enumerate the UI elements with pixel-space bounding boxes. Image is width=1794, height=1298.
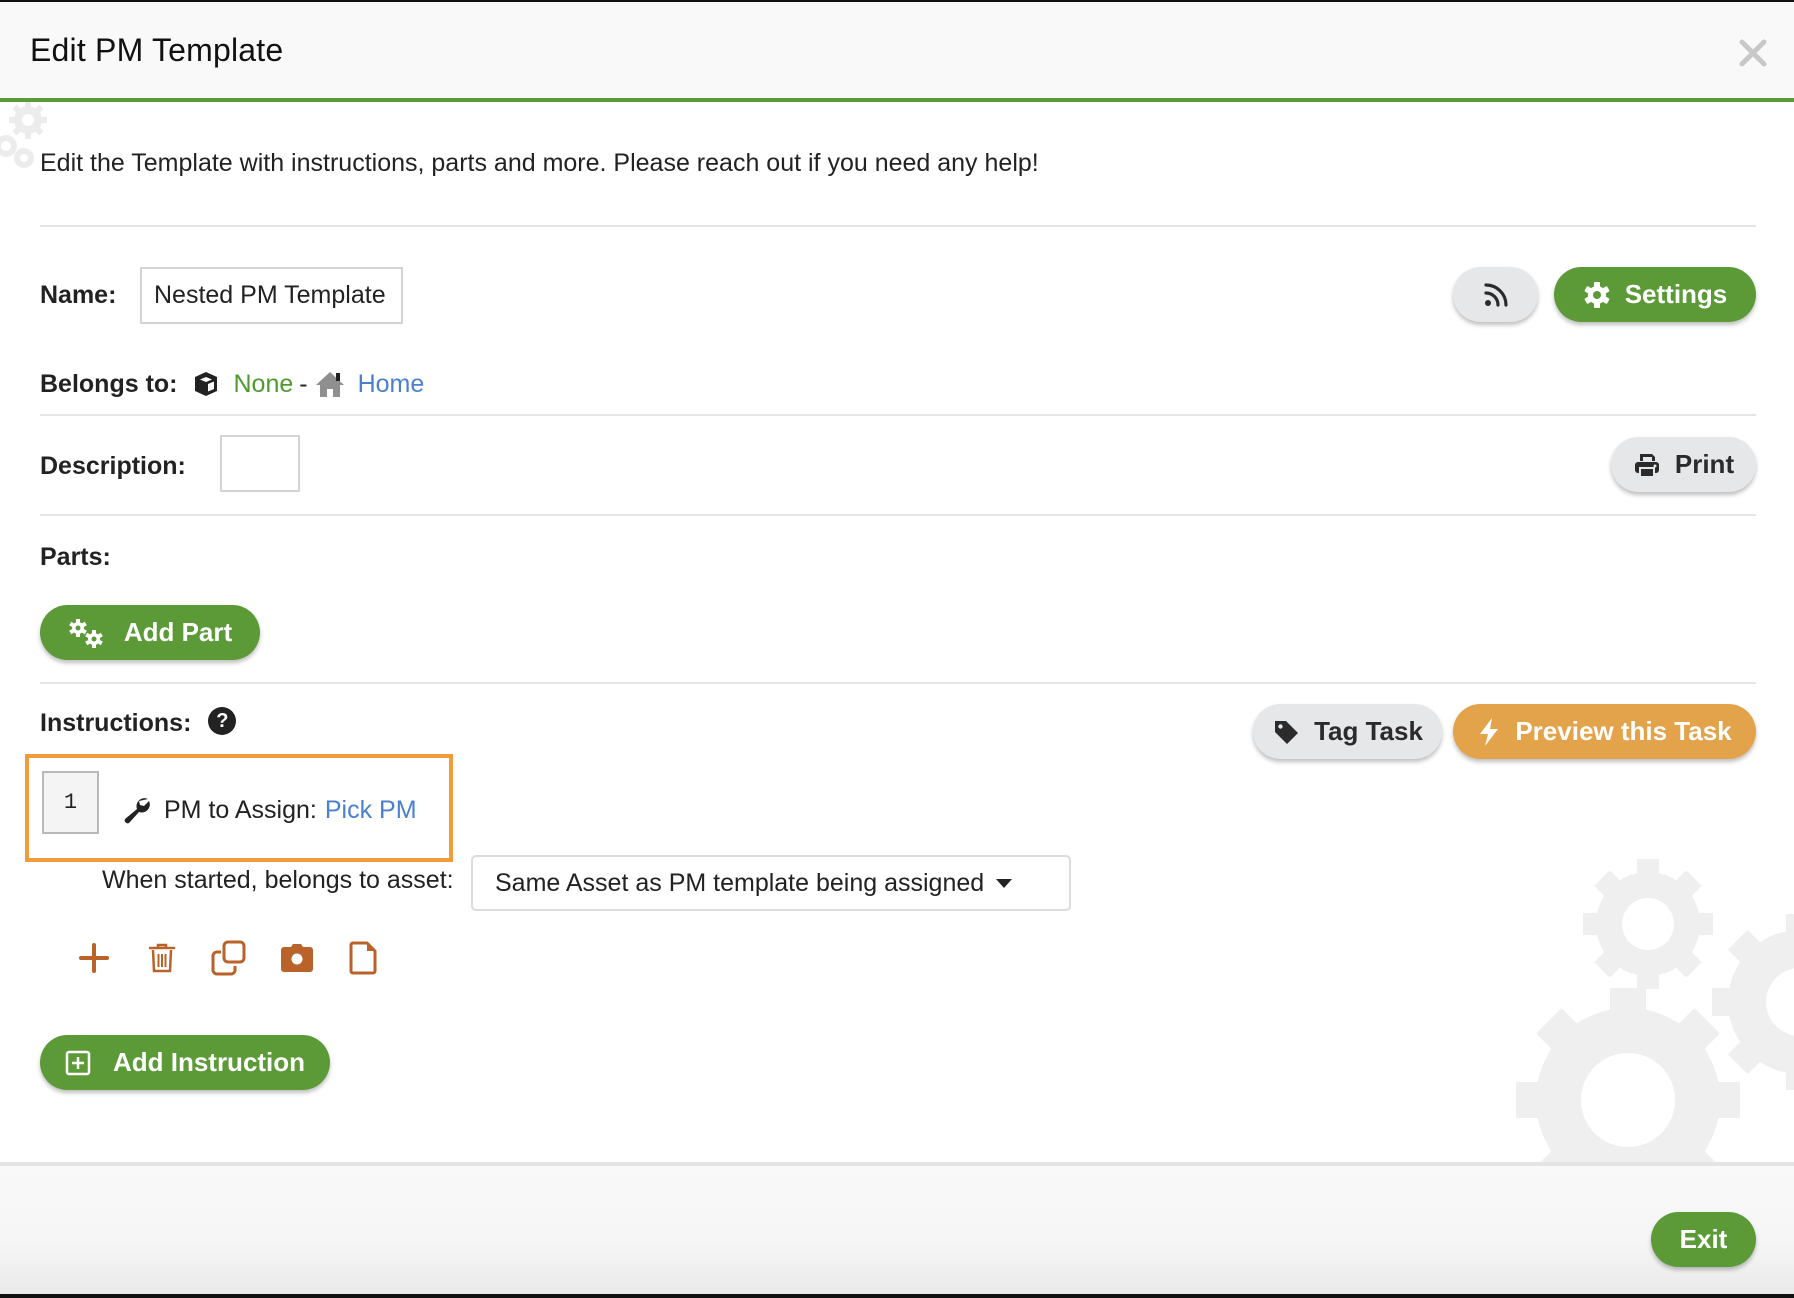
divider bbox=[40, 225, 1756, 227]
asset-select[interactable]: Same Asset as PM template being assigned bbox=[471, 855, 1071, 911]
instructions-label-text: Instructions: bbox=[40, 709, 192, 737]
add-icon bbox=[79, 943, 109, 973]
pick-pm-link[interactable]: Pick PM bbox=[325, 796, 417, 825]
gear-icon bbox=[1584, 281, 1610, 308]
modal-title: Edit PM Template bbox=[30, 32, 284, 68]
belongs-to-label: Belongs to: bbox=[40, 369, 178, 398]
add-instruction-button[interactable]: Add Instruction bbox=[40, 1035, 330, 1090]
description-label: Description: bbox=[40, 452, 186, 480]
tag-icon bbox=[1275, 720, 1299, 744]
belongs-to-row: Belongs to: None - Home bbox=[40, 364, 424, 404]
add-step-button[interactable] bbox=[76, 940, 112, 976]
divider bbox=[40, 514, 1756, 516]
modal-header: Edit PM Template bbox=[0, 2, 1794, 102]
add-part-label: Add Part bbox=[123, 617, 233, 647]
instructions-label: Instructions: ? bbox=[40, 707, 237, 738]
modal-footer: Exit bbox=[0, 1162, 1794, 1294]
gears-background-icon bbox=[1516, 859, 1794, 1162]
instruction-number[interactable]: 1 bbox=[42, 771, 99, 834]
description-input[interactable] bbox=[220, 435, 300, 492]
settings-label: Settings bbox=[1624, 279, 1728, 309]
printer-icon bbox=[1634, 453, 1659, 478]
bolt-icon bbox=[1480, 717, 1499, 746]
preview-label: Preview this Task bbox=[1515, 716, 1732, 746]
print-label: Print bbox=[1674, 449, 1735, 479]
exit-label: Exit bbox=[1679, 1224, 1728, 1254]
asset-select-value: Same Asset as PM template being assigned bbox=[495, 868, 985, 897]
instruction-text: PM to Assign: Pick PM bbox=[122, 792, 417, 828]
asset-label: When started, belongs to asset: bbox=[102, 866, 454, 894]
camera-icon bbox=[281, 944, 313, 972]
separator: - bbox=[299, 369, 308, 398]
add-file-button[interactable] bbox=[345, 940, 381, 976]
location-link[interactable]: None bbox=[234, 370, 294, 399]
rss-button[interactable] bbox=[1453, 267, 1538, 322]
add-photo-button[interactable] bbox=[279, 940, 315, 976]
name-label: Name: bbox=[40, 281, 117, 309]
plus-square-icon bbox=[65, 1050, 91, 1075]
add-part-button[interactable]: Add Part bbox=[40, 605, 260, 660]
file-icon bbox=[349, 941, 377, 975]
divider bbox=[40, 682, 1756, 684]
close-icon bbox=[1739, 39, 1767, 67]
duplicate-step-button[interactable] bbox=[211, 940, 247, 976]
pm-to-assign-label: PM to Assign: bbox=[164, 795, 317, 824]
copy-icon bbox=[211, 940, 246, 976]
cube-icon bbox=[194, 372, 217, 396]
delete-step-button[interactable] bbox=[144, 940, 180, 976]
cogs-icon bbox=[69, 618, 103, 648]
home-icon bbox=[315, 372, 344, 397]
settings-button[interactable]: Settings bbox=[1554, 267, 1756, 322]
parts-label: Parts: bbox=[40, 543, 111, 571]
tag-task-button[interactable]: Tag Task bbox=[1253, 704, 1442, 759]
home-link[interactable]: Home bbox=[358, 370, 425, 399]
intro-text: Edit the Template with instructions, par… bbox=[40, 149, 1039, 177]
wrench-icon bbox=[124, 798, 150, 824]
preview-task-button[interactable]: Preview this Task bbox=[1453, 704, 1756, 759]
help-icon[interactable]: ? bbox=[208, 707, 237, 736]
divider bbox=[40, 414, 1756, 416]
close-button[interactable] bbox=[1738, 38, 1768, 68]
add-instruction-label: Add Instruction bbox=[112, 1047, 306, 1077]
rss-icon bbox=[1483, 282, 1508, 307]
tag-task-label: Tag Task bbox=[1314, 716, 1423, 746]
name-input[interactable]: Nested PM Template bbox=[140, 267, 403, 324]
caret-down-icon bbox=[996, 878, 1013, 888]
print-button[interactable]: Print bbox=[1611, 437, 1756, 492]
edit-pm-template-modal: Edit PM Template Edit the Template with … bbox=[0, 2, 1794, 1294]
trash-icon bbox=[148, 943, 176, 973]
exit-button[interactable]: Exit bbox=[1651, 1212, 1756, 1267]
